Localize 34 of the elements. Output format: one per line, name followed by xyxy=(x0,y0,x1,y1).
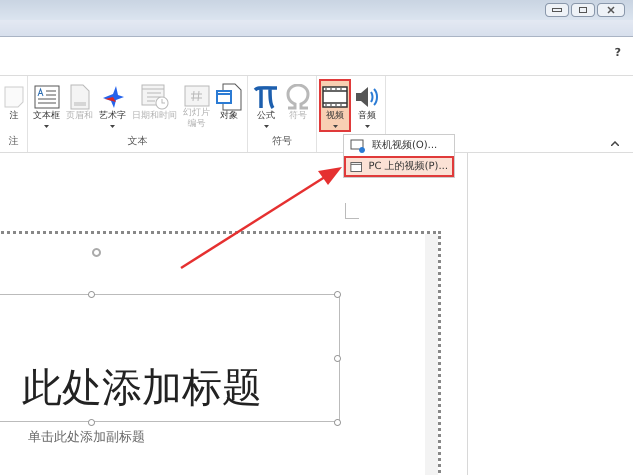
note-icon xyxy=(4,85,24,109)
group-label: 符号 xyxy=(272,135,292,149)
text-box-icon xyxy=(34,85,60,109)
minimize-button[interactable] xyxy=(545,3,569,17)
close-button[interactable] xyxy=(597,3,625,17)
ribbon-button[interactable]: 注 xyxy=(1,79,27,132)
slide-number-icon xyxy=(184,84,210,106)
slide-subtitle: 单击此处添加副标题 xyxy=(28,429,145,447)
online-video-icon xyxy=(350,138,366,152)
ribbon-dropdown-button[interactable]: 音频 xyxy=(351,79,383,132)
ribbon-button[interactable]: 对象 xyxy=(213,79,245,132)
group-label: 文本 xyxy=(128,134,148,149)
menu-item[interactable]: 联机视频(O)... xyxy=(344,135,454,156)
group-label: 注 xyxy=(8,134,18,149)
close-icon xyxy=(607,6,615,14)
monitor-icon xyxy=(350,160,362,172)
calendar-icon xyxy=(140,84,168,110)
collapse-ribbon-icon[interactable] xyxy=(611,141,619,146)
object-icon xyxy=(216,83,242,111)
slide-title: 此处添加标题 xyxy=(22,365,262,411)
rotate-handle xyxy=(92,248,101,257)
pi-icon xyxy=(253,84,279,110)
restore-button[interactable] xyxy=(571,3,595,17)
film-icon xyxy=(322,86,348,108)
speaker-icon xyxy=(354,84,380,110)
page-icon xyxy=(70,84,90,110)
omega-icon xyxy=(285,84,311,110)
menu-item[interactable]: PC 上的视频(P)... xyxy=(344,156,454,177)
ribbon-dropdown-button[interactable]: 视频 xyxy=(319,79,351,132)
ribbon-dropdown-button[interactable]: 文本框 xyxy=(30,79,63,132)
help-button[interactable]: ? xyxy=(614,45,621,62)
placeholder-corner xyxy=(345,203,359,219)
ribbon-dropdown-button[interactable]: 艺术字 xyxy=(96,79,129,132)
ribbon-dropdown-button[interactable]: 公式 xyxy=(250,79,282,132)
